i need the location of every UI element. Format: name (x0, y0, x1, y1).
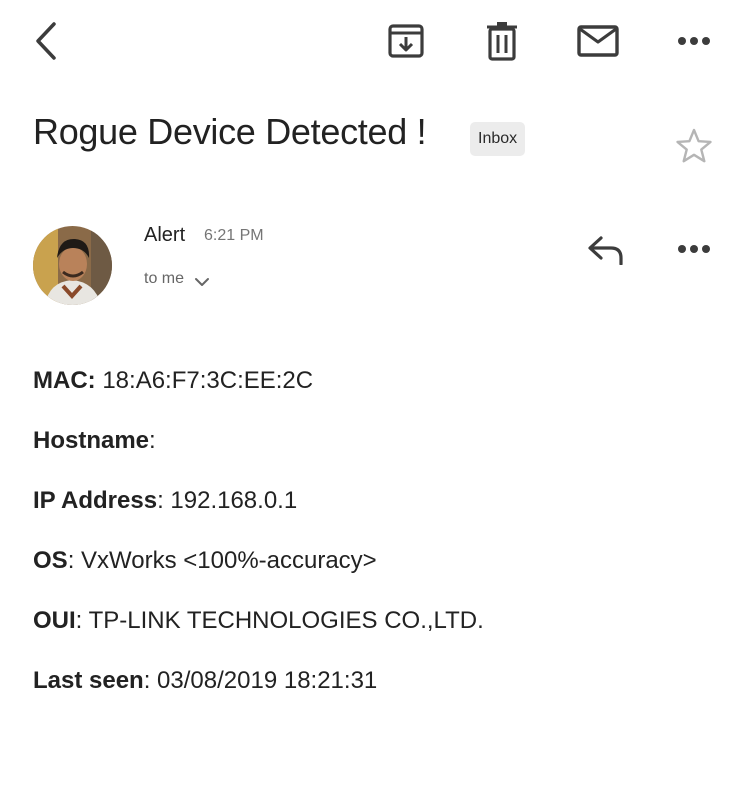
reply-button[interactable] (584, 230, 628, 270)
message-time: 6:21 PM (204, 227, 264, 244)
delete-button[interactable] (480, 18, 524, 64)
mark-unread-button[interactable] (574, 20, 622, 62)
message-more-options-button[interactable] (672, 232, 716, 266)
field-value: : (149, 427, 156, 454)
field-value: : TP-LINK TECHNOLOGIES CO.,LTD. (75, 607, 484, 634)
field-oui: OUI: TP-LINK TECHNOLOGIES CO.,LTD. (33, 603, 723, 663)
field-mac: MAC: 18:A6:F7:3C:EE:2C (33, 363, 723, 423)
sender-name: Alert (144, 224, 186, 246)
mail-icon (577, 25, 619, 57)
field-os: OS: VxWorks <100%-accuracy> (33, 543, 723, 603)
field-value: : 192.168.0.1 (157, 487, 298, 514)
field-label: MAC: (33, 367, 96, 394)
more-dots-icon (677, 36, 711, 46)
field-value: 18:A6:F7:3C:EE:2C (95, 367, 314, 394)
email-subject: Rogue Device Detected ! (33, 111, 427, 152)
reply-icon (587, 235, 625, 265)
message-body: MAC: 18:A6:F7:3C:EE:2C Hostname: IP Addr… (33, 363, 723, 723)
archive-button[interactable] (382, 19, 430, 63)
back-arrow-icon (32, 21, 60, 61)
field-label: OS (33, 547, 68, 574)
star-icon (675, 127, 713, 165)
field-value: : 03/08/2019 18:21:31 (143, 667, 378, 694)
field-value: : VxWorks <100%-accuracy> (67, 547, 377, 574)
back-button[interactable] (26, 18, 66, 64)
more-dots-icon (677, 244, 711, 254)
more-options-button[interactable] (672, 24, 716, 58)
field-ip-address: IP Address: 192.168.0.1 (33, 483, 723, 543)
field-label: IP Address (33, 487, 158, 514)
archive-icon (387, 22, 425, 60)
recipient-details-toggle[interactable]: to me (144, 270, 210, 288)
recipient-label: to me (144, 270, 185, 287)
field-last-seen: Last seen: 03/08/2019 18:21:31 (33, 663, 723, 723)
sender-avatar[interactable] (33, 226, 112, 305)
trash-icon (485, 21, 519, 61)
field-hostname: Hostname: (33, 423, 723, 483)
inbox-label-chip[interactable]: Inbox (470, 122, 526, 156)
field-label: OUI (33, 607, 76, 634)
star-button[interactable] (672, 124, 716, 168)
chevron-down-icon (194, 276, 210, 288)
field-label: Hostname (33, 427, 150, 454)
field-label: Last seen (33, 667, 144, 694)
